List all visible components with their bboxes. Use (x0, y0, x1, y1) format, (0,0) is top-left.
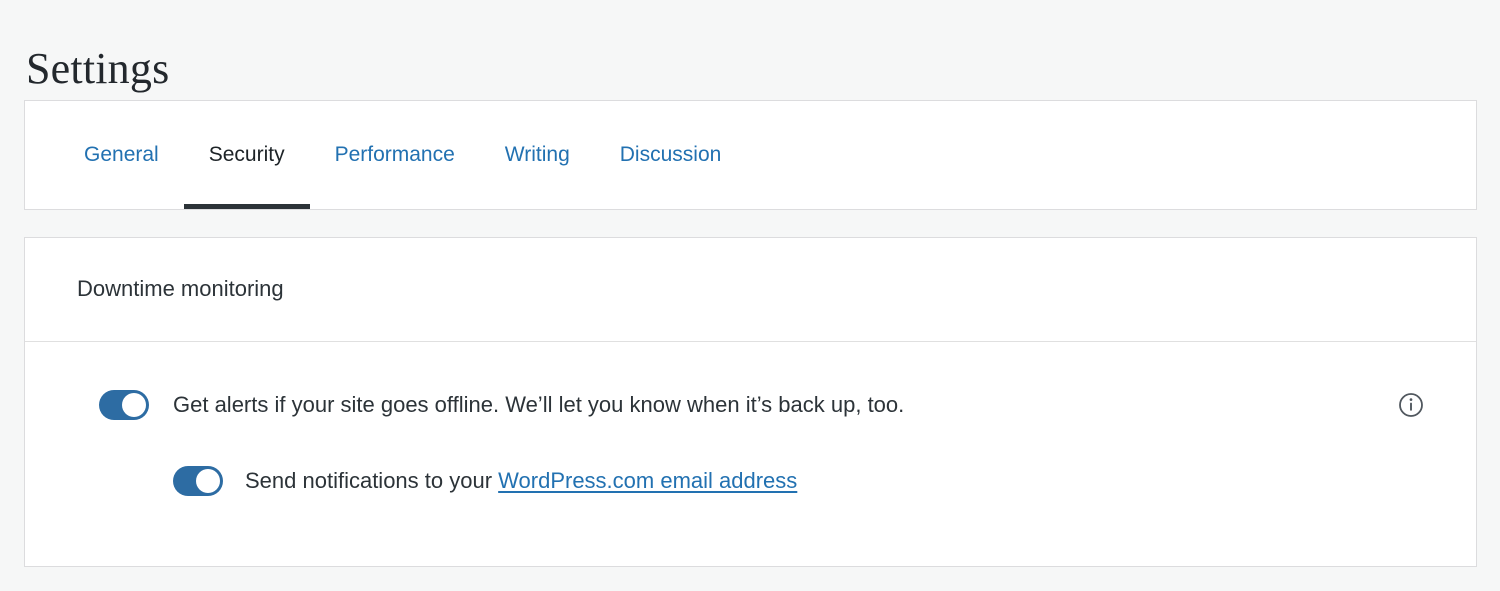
toggle-email-notifications[interactable] (173, 466, 223, 496)
tab-discussion-label: Discussion (620, 143, 722, 167)
toggle-knob (122, 393, 146, 417)
setting-row-email-notifications: Send notifications to your WordPress.com… (25, 464, 1476, 498)
setting-row-email-notifications-text: Send notifications to your (245, 468, 498, 493)
setting-row-email-notifications-label: Send notifications to your WordPress.com… (245, 466, 797, 496)
toggle-downtime-alerts[interactable] (99, 390, 149, 420)
page-title: Settings (26, 43, 169, 96)
tab-general-label: General (84, 143, 159, 167)
tab-security[interactable]: Security (184, 101, 310, 209)
card-header-title: Downtime monitoring (77, 275, 284, 304)
info-icon[interactable] (1398, 392, 1424, 418)
tab-writing[interactable]: Writing (480, 101, 595, 209)
settings-page: Settings General Security Performance Wr… (0, 0, 1500, 591)
tab-discussion[interactable]: Discussion (595, 101, 747, 209)
card-header: Downtime monitoring (25, 238, 1476, 342)
setting-row-downtime-alerts: Get alerts if your site goes offline. We… (25, 388, 1476, 422)
settings-tabs: General Security Performance Writing Dis… (25, 101, 1476, 209)
wordpress-email-address-link[interactable]: WordPress.com email address (498, 468, 797, 493)
toggle-knob (196, 469, 220, 493)
card-body: Get alerts if your site goes offline. We… (25, 342, 1476, 498)
tab-general[interactable]: General (59, 101, 184, 209)
downtime-monitoring-card: Downtime monitoring Get alerts if your s… (24, 237, 1477, 567)
tab-performance[interactable]: Performance (310, 101, 480, 209)
setting-row-downtime-alerts-label: Get alerts if your site goes offline. We… (173, 390, 904, 420)
tab-security-label: Security (209, 143, 285, 167)
tab-performance-label: Performance (335, 143, 455, 167)
tabs-card: General Security Performance Writing Dis… (24, 100, 1477, 210)
tab-writing-label: Writing (505, 143, 570, 167)
